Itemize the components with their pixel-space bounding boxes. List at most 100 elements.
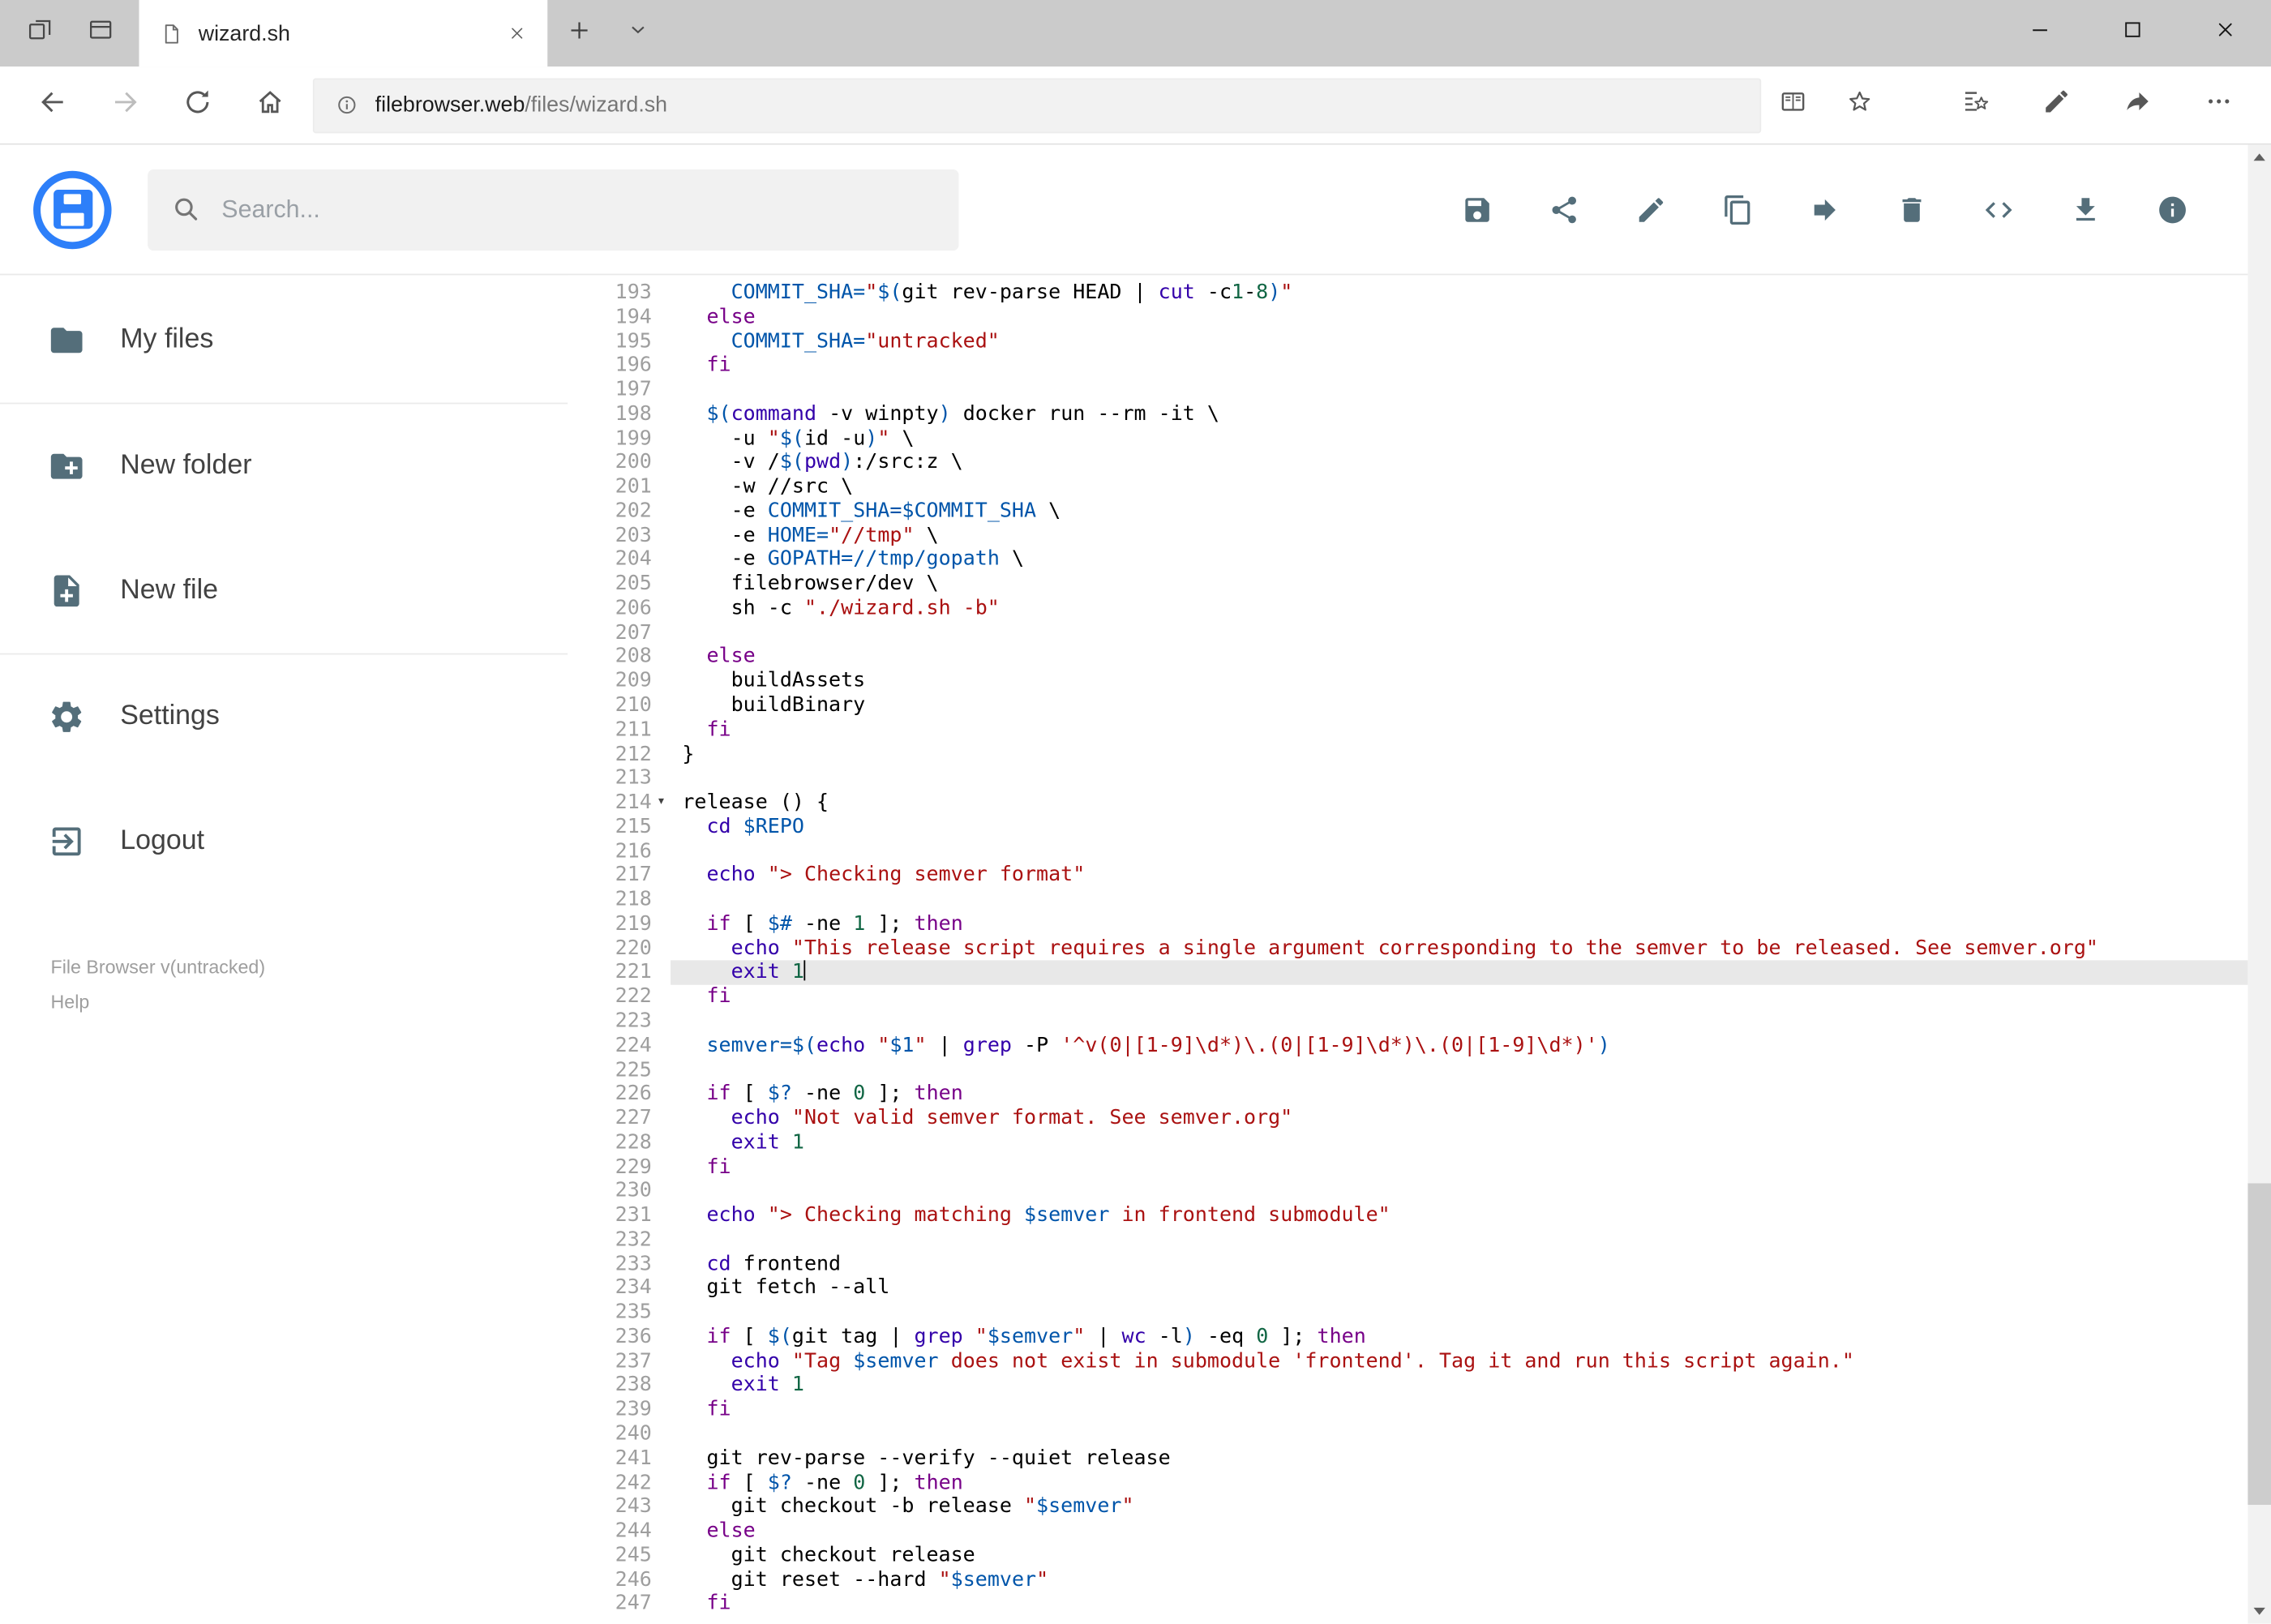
fold-marker-icon[interactable]: ▾ bbox=[652, 791, 671, 815]
address-bar[interactable]: filebrowser.web/files/wizard.sh bbox=[312, 77, 1762, 133]
code-line[interactable]: 225 bbox=[568, 1058, 2247, 1082]
move-button[interactable] bbox=[1799, 183, 1851, 235]
minimize-button[interactable] bbox=[1993, 0, 2085, 66]
code-line[interactable]: 210 buildBinary bbox=[568, 694, 2247, 718]
code-line[interactable]: 211 fi bbox=[568, 718, 2247, 743]
code-line[interactable]: 241 git rev-parse --verify --quiet relea… bbox=[568, 1446, 2247, 1471]
code-line[interactable]: 207 bbox=[568, 621, 2247, 645]
info-button[interactable] bbox=[2146, 183, 2198, 235]
code-line[interactable]: 206 sh -c "./wizard.sh -b" bbox=[568, 597, 2247, 621]
code-line[interactable]: 222 fi bbox=[568, 985, 2247, 1009]
refresh-button[interactable] bbox=[165, 73, 229, 137]
code-line[interactable]: 193 COMMIT_SHA="$(git rev-parse HEAD | c… bbox=[568, 281, 2247, 306]
web-note-button[interactable] bbox=[2030, 76, 2082, 134]
code-line[interactable]: 243 git checkout -b release "$semver" bbox=[568, 1495, 2247, 1519]
code-line[interactable]: 201 -w //src \ bbox=[568, 475, 2247, 499]
code-line[interactable]: 247 fi bbox=[568, 1592, 2247, 1617]
code-line[interactable]: 205 filebrowser/dev \ bbox=[568, 572, 2247, 597]
code-line[interactable]: 244 else bbox=[568, 1519, 2247, 1544]
code-line[interactable]: 214 ▾ release () { bbox=[568, 791, 2247, 815]
code-line[interactable]: 215 cd $REPO bbox=[568, 815, 2247, 839]
code-line[interactable]: 236 if [ $(git tag | grep "$semver" | wc… bbox=[568, 1325, 2247, 1349]
scroll-up-button[interactable] bbox=[2247, 145, 2271, 169]
tabs-set-aside-button[interactable] bbox=[75, 9, 125, 58]
site-info-icon[interactable] bbox=[329, 88, 364, 122]
code-line[interactable]: 227 echo "Not valid semver format. See s… bbox=[568, 1107, 2247, 1131]
delete-button[interactable] bbox=[1886, 183, 1938, 235]
code-line[interactable]: 216 bbox=[568, 839, 2247, 863]
code-line[interactable]: 231 echo "> Checking matching $semver in… bbox=[568, 1204, 2247, 1228]
code-line[interactable]: 246 git reset --hard "$semver" bbox=[568, 1568, 2247, 1592]
code-text: else bbox=[706, 305, 756, 329]
sidebar-item-logout[interactable]: Logout bbox=[0, 779, 568, 904]
code-line[interactable]: 204 -e GOPATH=//tmp/gopath \ bbox=[568, 548, 2247, 572]
code-line[interactable]: 230 bbox=[568, 1180, 2247, 1204]
search-input[interactable] bbox=[221, 195, 859, 224]
code-line[interactable]: 194 else bbox=[568, 306, 2247, 330]
share-button[interactable] bbox=[2112, 76, 2164, 134]
back-button[interactable] bbox=[20, 73, 84, 137]
code-line[interactable]: 240 bbox=[568, 1422, 2247, 1446]
code-line[interactable]: 233 cd frontend bbox=[568, 1253, 2247, 1277]
code-line[interactable]: 202 -e COMMIT_SHA=$COMMIT_SHA \ bbox=[568, 499, 2247, 524]
maximize-button[interactable] bbox=[2085, 0, 2178, 66]
code-line[interactable]: 221 exit 1 bbox=[568, 961, 2248, 986]
code-line[interactable]: 235 bbox=[568, 1300, 2247, 1325]
scroll-down-button[interactable] bbox=[2247, 1599, 2271, 1623]
code-line[interactable]: 234 git fetch --all bbox=[568, 1276, 2247, 1300]
code-line[interactable]: 228 exit 1 bbox=[568, 1131, 2247, 1155]
forward-button[interactable] bbox=[92, 73, 156, 137]
code-line[interactable]: 220 echo "This release script requires a… bbox=[568, 936, 2247, 961]
share-button-app[interactable] bbox=[1538, 183, 1590, 235]
reading-view-button[interactable] bbox=[1767, 76, 1819, 134]
code-line[interactable]: 224 semver=$(echo "$1" | grep -P '^v(0|[… bbox=[568, 1034, 2247, 1058]
close-button[interactable] bbox=[2179, 0, 2271, 66]
raw-code-button[interactable] bbox=[1973, 183, 2025, 235]
code-line[interactable]: 213 bbox=[568, 767, 2247, 791]
code-line[interactable]: 198 $(command -v winpty) docker run --rm… bbox=[568, 402, 2247, 426]
code-line[interactable]: 229 fi bbox=[568, 1155, 2247, 1180]
add-favorite-button[interactable] bbox=[1834, 76, 1886, 134]
scrollbar-thumb[interactable] bbox=[2247, 1183, 2271, 1506]
new-tab-button[interactable] bbox=[547, 0, 611, 66]
code-line[interactable]: 208 else bbox=[568, 645, 2247, 670]
code-line[interactable]: 199 -u "$(id -u)" \ bbox=[568, 426, 2247, 451]
code-line[interactable]: 245 git checkout release bbox=[568, 1544, 2247, 1568]
tab-preview-toggle[interactable] bbox=[611, 0, 663, 66]
set-tabs-aside-button[interactable] bbox=[15, 9, 64, 58]
code-line[interactable]: 203 -e HOME="//tmp" \ bbox=[568, 524, 2247, 548]
code-line[interactable]: 197 bbox=[568, 378, 2247, 402]
search-box[interactable] bbox=[148, 169, 959, 251]
code-line[interactable]: 218 bbox=[568, 888, 2247, 912]
page-scrollbar[interactable] bbox=[2247, 144, 2271, 1624]
code-line[interactable]: 232 bbox=[568, 1228, 2247, 1253]
sidebar-item-new-folder[interactable]: New folder bbox=[0, 404, 568, 529]
home-button[interactable] bbox=[238, 73, 302, 137]
tab-close-icon[interactable] bbox=[499, 15, 536, 52]
code-line[interactable]: 217 echo "> Checking semver format" bbox=[568, 863, 2247, 888]
sidebar-item-my-files[interactable]: My files bbox=[0, 278, 568, 403]
code-line[interactable]: 200 -v /$(pwd):/src:z \ bbox=[568, 451, 2247, 475]
code-line[interactable]: 226 if [ $? -ne 0 ]; then bbox=[568, 1082, 2247, 1107]
hub-button[interactable] bbox=[1949, 76, 2001, 134]
code-line[interactable]: 242 if [ $? -ne 0 ]; then bbox=[568, 1471, 2247, 1495]
rename-button[interactable] bbox=[1625, 183, 1677, 235]
browser-tab[interactable]: wizard.sh bbox=[139, 0, 548, 67]
help-link[interactable]: Help bbox=[51, 991, 90, 1015]
download-button[interactable] bbox=[2059, 183, 2111, 235]
code-line[interactable]: 238 exit 1 bbox=[568, 1373, 2247, 1398]
code-line[interactable]: 195 COMMIT_SHA="untracked" bbox=[568, 329, 2247, 354]
sidebar-item-settings[interactable]: Settings bbox=[0, 654, 568, 779]
copy-button[interactable] bbox=[1712, 183, 1763, 235]
code-editor[interactable]: 193 COMMIT_SHA="$(git rev-parse HEAD | c… bbox=[568, 275, 2248, 1624]
code-line[interactable]: 239 fi bbox=[568, 1398, 2247, 1422]
sidebar-item-new-file[interactable]: New file bbox=[0, 529, 568, 653]
code-line[interactable]: 237 echo "Tag $semver does not exist in … bbox=[568, 1349, 2247, 1373]
code-line[interactable]: 196 fi bbox=[568, 354, 2247, 378]
code-line[interactable]: 223 bbox=[568, 1009, 2247, 1034]
more-menu-button[interactable] bbox=[2193, 76, 2245, 134]
code-line[interactable]: 212} bbox=[568, 743, 2247, 767]
code-line[interactable]: 209 buildAssets bbox=[568, 670, 2247, 694]
code-line[interactable]: 219 if [ $# -ne 1 ]; then bbox=[568, 912, 2247, 936]
save-button[interactable] bbox=[1451, 183, 1503, 235]
